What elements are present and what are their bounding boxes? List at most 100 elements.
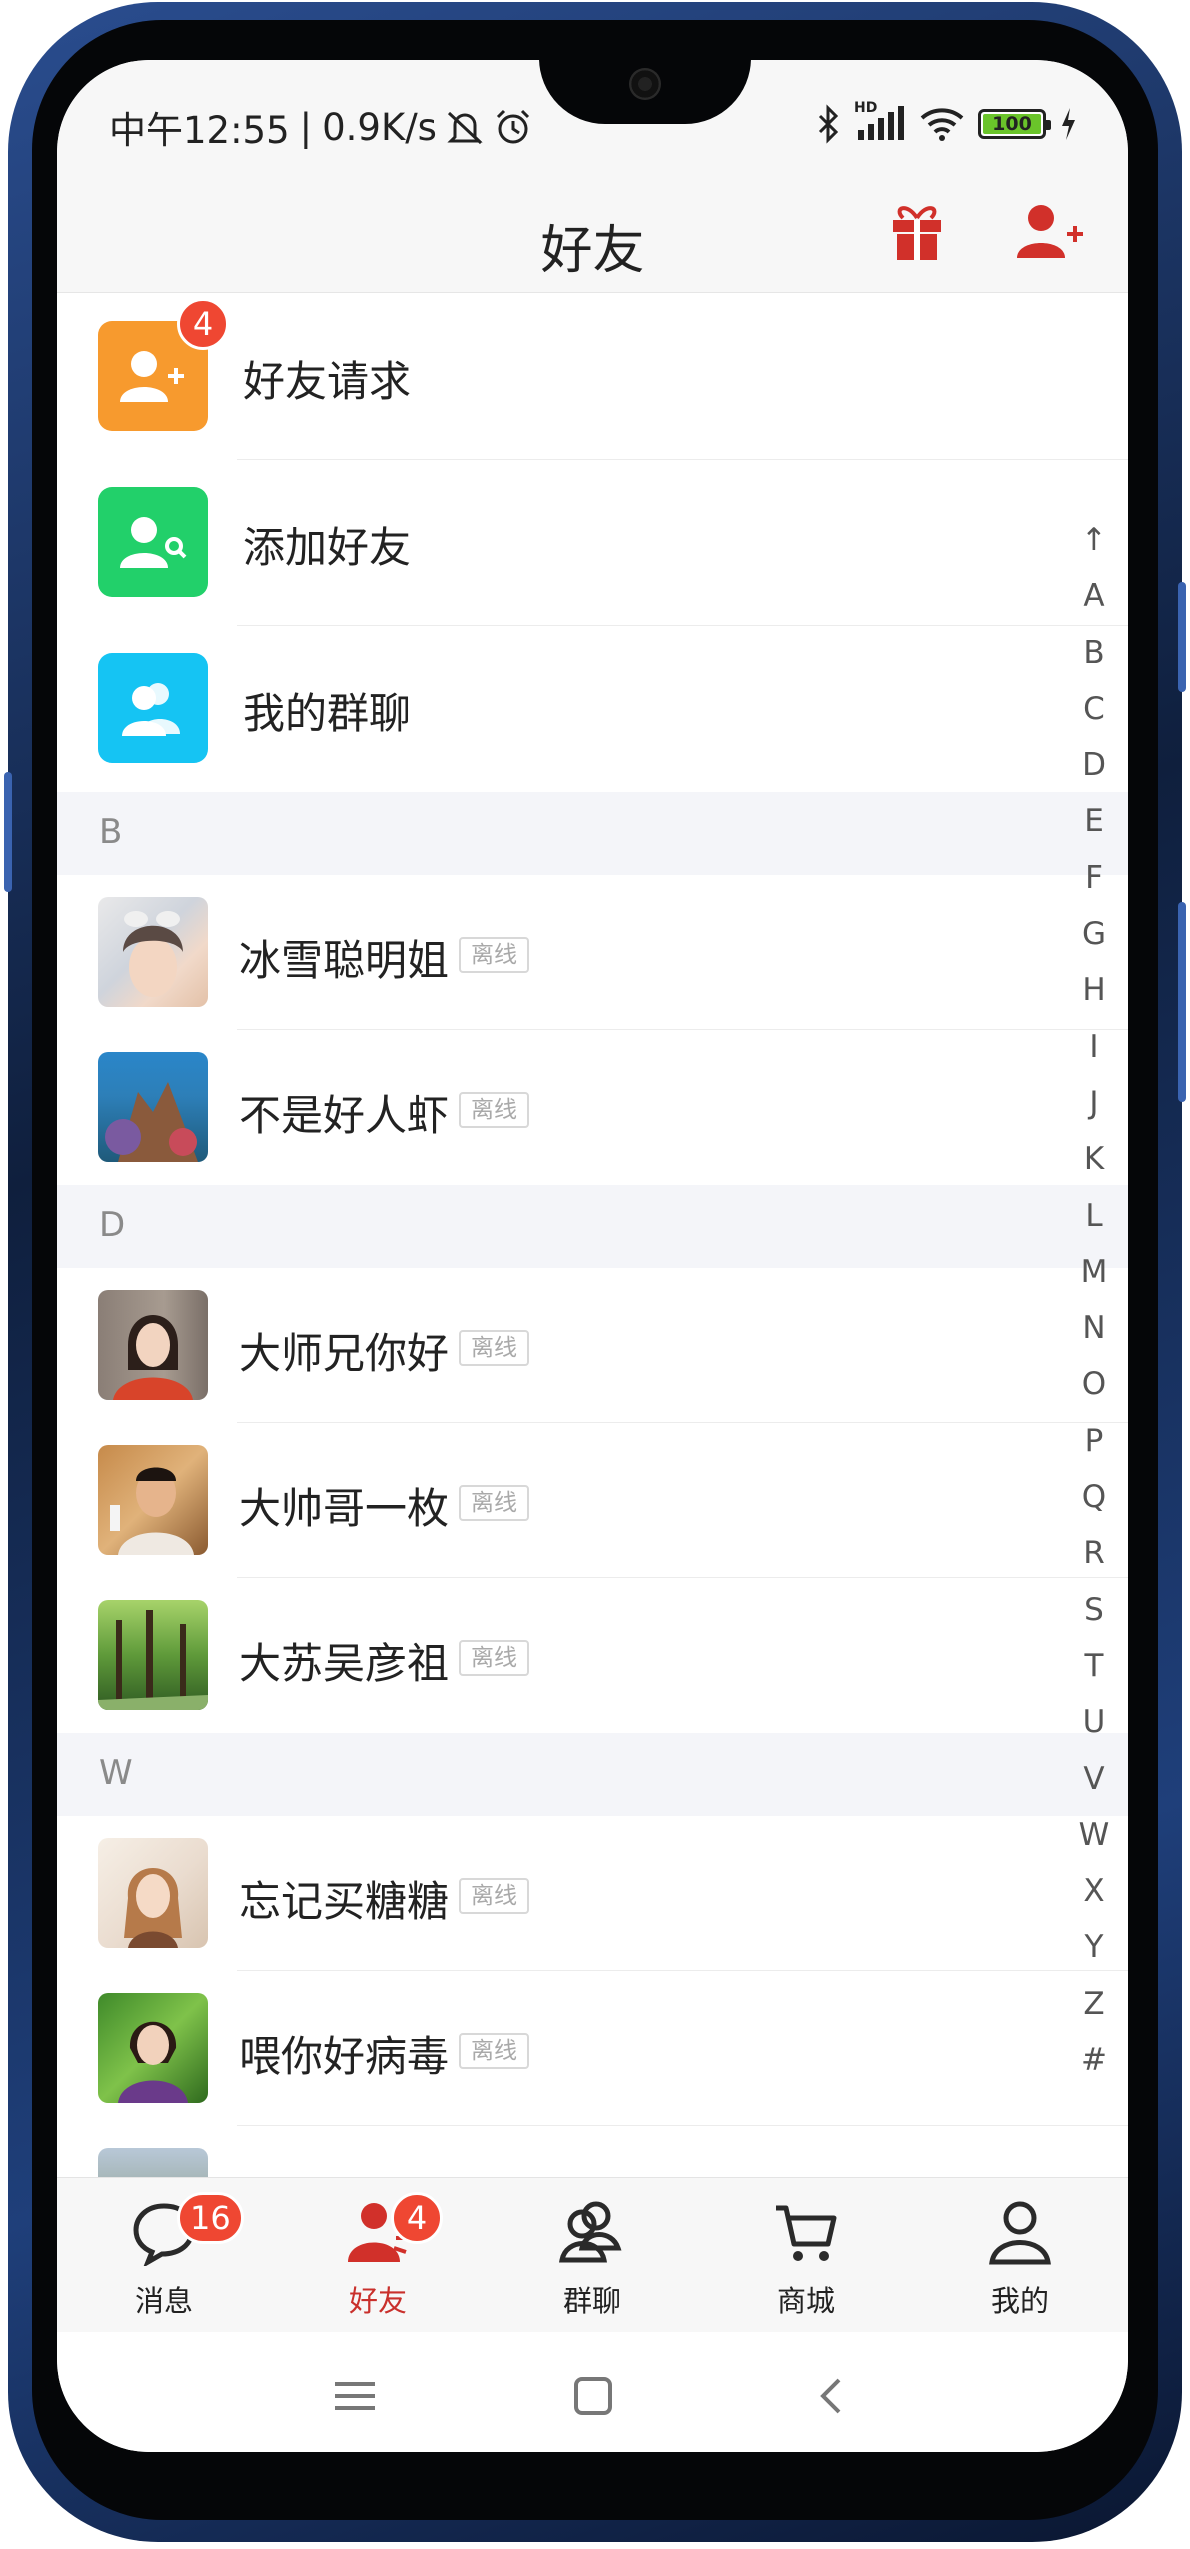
front-camera [629, 68, 661, 100]
status-badge: 离线 [459, 1640, 529, 1676]
feature-label: 好友请求 [243, 357, 412, 406]
avatar [98, 897, 208, 1007]
volume-rocker [1178, 902, 1186, 1102]
alphabet-index-letter[interactable]: D [1069, 737, 1119, 793]
battery-icon: 100 [978, 109, 1051, 139]
avatar [98, 1445, 208, 1555]
signal-icon: HD [854, 100, 906, 144]
alphabet-index-letter[interactable]: A [1069, 568, 1119, 624]
tab-label: 商城 [776, 2284, 835, 2318]
home-square-icon [574, 2377, 612, 2415]
alphabet-index-letter[interactable]: F [1069, 850, 1119, 906]
status-bar: 中午12:55 | 0.9K/s HD 100 [57, 60, 1128, 180]
menu-icon [335, 2382, 375, 2410]
alphabet-index-letter[interactable]: E [1069, 793, 1119, 849]
alphabet-index-letter[interactable]: Z [1069, 1976, 1119, 2032]
alphabet-index-letter[interactable]: # [1069, 2032, 1119, 2088]
section-letter: W [99, 1753, 133, 1793]
alphabet-index-letter[interactable]: T [1069, 1638, 1119, 1694]
status-badge: 离线 [459, 1878, 529, 1914]
alphabet-index-letter[interactable]: R [1069, 1525, 1119, 1581]
status-time: 中午12:55 [109, 109, 290, 152]
my-groups-row[interactable]: 我的群聊 [57, 626, 1128, 792]
alphabet-index-letter[interactable]: S [1069, 1582, 1119, 1638]
tab-label: 好友 [348, 2284, 407, 2318]
feature-label: 添加好友 [243, 523, 412, 572]
phone-screen: 中午12:55 | 0.9K/s HD 100 好友 4 好友请求 添加好友 我… [57, 60, 1128, 2452]
home-button[interactable] [563, 2366, 623, 2426]
mute-vibrate-icon [447, 111, 483, 145]
tab-mine[interactable]: 我的 [913, 2178, 1127, 2333]
friend-row[interactable]: 大苏吴彦祖 离线 [57, 1578, 1128, 1733]
status-badge: 离线 [459, 1330, 529, 1366]
avatar [98, 1052, 208, 1162]
page-title: 好友 [540, 221, 645, 281]
back-chevron-icon [820, 2378, 841, 2414]
system-nav-bar [57, 2332, 1128, 2452]
alphabet-index-letter[interactable]: W [1069, 1807, 1119, 1863]
recents-button[interactable] [325, 2366, 385, 2426]
charging-icon [1062, 108, 1075, 140]
alphabet-index-letter[interactable]: U [1069, 1694, 1119, 1750]
tab-groups[interactable]: 群聊 [485, 2178, 699, 2333]
alphabet-index-letter[interactable]: K [1069, 1131, 1119, 1187]
friend-row[interactable] [57, 2126, 1128, 2177]
group-icon [122, 683, 180, 736]
battery-level: 100 [992, 113, 1032, 135]
alphabet-index-letter[interactable]: ↑ [1069, 512, 1119, 568]
friend-request-badge: 4 [177, 298, 229, 350]
alphabet-index-letter[interactable]: P [1069, 1413, 1119, 1469]
alphabet-index-letter[interactable]: L [1069, 1188, 1119, 1244]
alphabet-index-letter[interactable]: J [1069, 1075, 1119, 1131]
friend-name: 喂你好病毒 [239, 2032, 450, 2081]
friend-list: 4 好友请求 添加好友 我的群聊 B 冰雪聪明姐 离线 不是好人虾 离线 D 大… [57, 294, 1128, 2177]
wifi-icon [920, 108, 964, 141]
alphabet-index-letter[interactable]: H [1069, 962, 1119, 1018]
alphabet-index-letter[interactable]: Q [1069, 1469, 1119, 1525]
status-badge: 离线 [459, 1092, 529, 1128]
friend-requests-row[interactable]: 4 好友请求 [57, 294, 1128, 460]
friend-row[interactable]: 冰雪聪明姐 离线 [57, 875, 1128, 1030]
friend-row[interactable]: 喂你好病毒 离线 [57, 1971, 1128, 2126]
tab-mall[interactable]: 商城 [699, 2178, 913, 2333]
alphabet-index-letter[interactable]: M [1069, 1244, 1119, 1300]
alphabet-index-letter[interactable]: V [1069, 1751, 1119, 1807]
cart-icon [776, 2205, 837, 2261]
tab-label: 群聊 [562, 2284, 621, 2318]
alphabet-index-letter[interactable]: X [1069, 1863, 1119, 1919]
add-friend-button[interactable] [1015, 202, 1085, 264]
section-header-w: W [57, 1733, 1128, 1816]
gift-button[interactable] [889, 200, 945, 262]
volume-button [4, 772, 12, 892]
alphabet-index-letter[interactable]: I [1069, 1019, 1119, 1075]
avatar [98, 1290, 208, 1400]
friend-row[interactable]: 忘记买糖糖 离线 [57, 1816, 1128, 1971]
alphabet-index-letter[interactable]: N [1069, 1300, 1119, 1356]
friend-name: 大苏吴彦祖 [239, 1639, 450, 1688]
gift-icon [893, 206, 941, 260]
feature-label: 我的群聊 [243, 689, 412, 738]
friend-row[interactable]: 大帅哥一枚 离线 [57, 1423, 1128, 1578]
alphabet-index-letter[interactable]: O [1069, 1356, 1119, 1412]
alphabet-index-letter[interactable]: C [1069, 681, 1119, 737]
alphabet-index-letter[interactable]: Y [1069, 1919, 1119, 1975]
friend-row[interactable]: 大师兄你好 离线 [57, 1268, 1128, 1423]
profile-icon [989, 2201, 1051, 2265]
camera-notch [539, 60, 751, 124]
avatar [98, 2148, 208, 2177]
back-button[interactable] [803, 2366, 863, 2426]
tab-friends[interactable]: 好友 4 [271, 2178, 485, 2333]
friend-name: 忘记买糖糖 [239, 1877, 450, 1926]
status-left: 中午12:55 | 0.9K/s [109, 100, 533, 154]
tab-label: 我的 [990, 2284, 1049, 2318]
status-badge: 离线 [459, 2033, 529, 2069]
alphabet-index[interactable]: ↑ A B C D E F G H I J K L M N O P Q R S T U V W X Y Z # [1069, 512, 1119, 2088]
title-bar: 好友 [57, 180, 1128, 293]
status-right: HD 100 [814, 100, 1078, 144]
alphabet-index-letter[interactable]: G [1069, 906, 1119, 962]
friend-row[interactable]: 不是好人虾 离线 [57, 1030, 1128, 1185]
tab-messages[interactable]: 消息 16 [57, 2178, 271, 2333]
status-badge: 离线 [459, 1485, 529, 1521]
alphabet-index-letter[interactable]: B [1069, 625, 1119, 681]
add-friend-row[interactable]: 添加好友 [57, 460, 1128, 626]
